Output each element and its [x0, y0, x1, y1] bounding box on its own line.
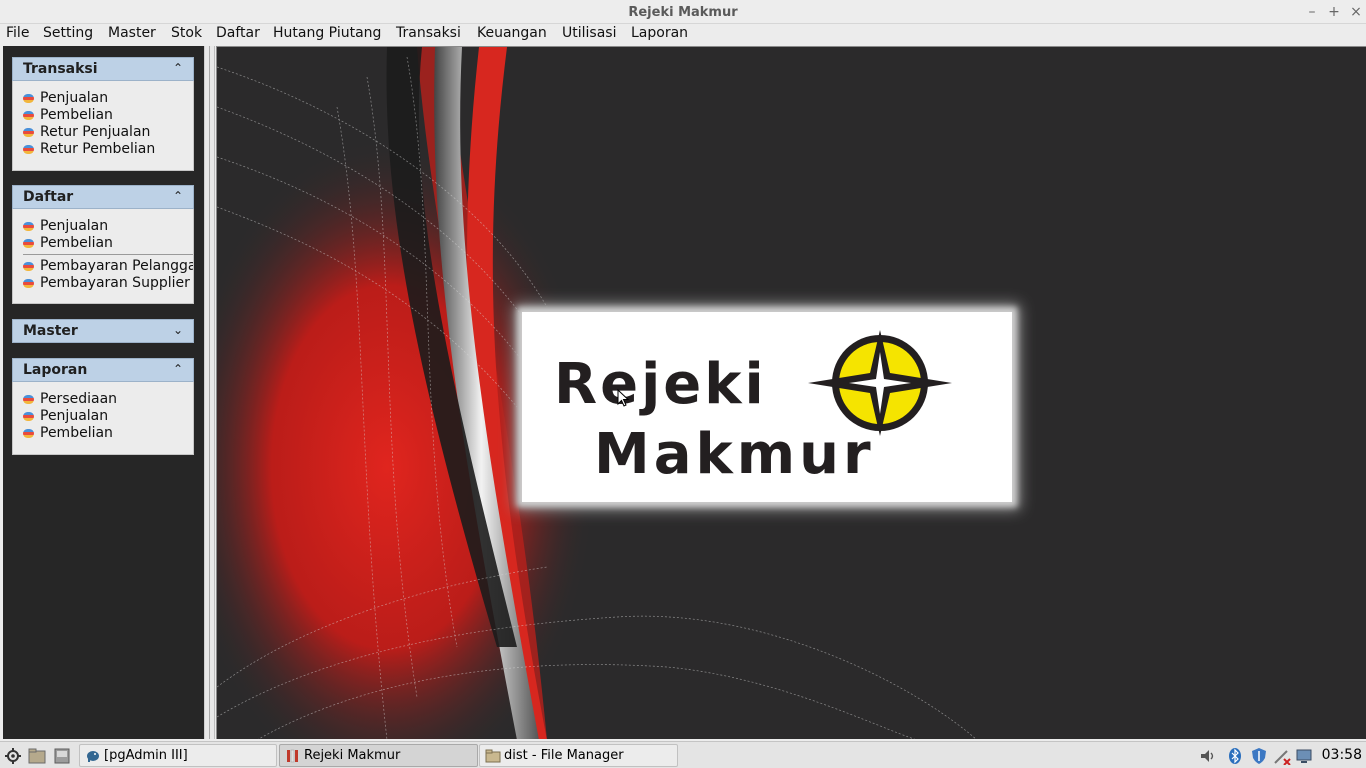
- bullet-icon: [23, 429, 34, 438]
- taskbar: [pgAdmin III] Rejeki Makmur dist - File …: [0, 741, 1366, 768]
- section-title: Laporan: [23, 362, 88, 378]
- section-master-header[interactable]: Master ⌄: [12, 319, 194, 343]
- section-daftar-header[interactable]: Daftar ⌃: [12, 185, 194, 209]
- main-desktop-pane: Rejeki Makmur: [216, 46, 1366, 739]
- company-logo: Rejeki Makmur: [522, 312, 1012, 502]
- link-label: Pembelian: [40, 425, 113, 441]
- chevron-up-icon[interactable]: ⌃: [173, 61, 183, 75]
- bullet-icon: [23, 395, 34, 404]
- bullet-icon: [23, 412, 34, 421]
- section-transaksi: Transaksi ⌃ Penjualan Pembelian Retur Pe…: [12, 57, 194, 171]
- taskbar-window-label: [pgAdmin III]: [104, 748, 188, 763]
- terminal-icon[interactable]: [53, 747, 71, 765]
- link-label: Penjualan: [40, 408, 109, 424]
- file-manager-icon[interactable]: [28, 747, 46, 765]
- chevron-down-icon[interactable]: ⌄: [173, 323, 183, 337]
- bullet-icon: [23, 128, 34, 137]
- link-label: Retur Pembelian: [40, 141, 156, 157]
- compass-star-icon: [808, 330, 952, 436]
- maximize-button[interactable]: +: [1325, 3, 1343, 21]
- taskbar-window-label: Rejeki Makmur: [304, 748, 401, 763]
- menu-file[interactable]: File: [6, 25, 29, 41]
- settings-gear-icon[interactable]: [4, 747, 22, 765]
- section-daftar-body: Penjualan Pembelian Pembayaran Pelanggan…: [12, 209, 194, 304]
- section-master: Master ⌄: [12, 319, 194, 343]
- section-laporan-body: Persediaan Penjualan Pembelian: [12, 382, 194, 455]
- minimize-button[interactable]: –: [1303, 3, 1321, 21]
- bullet-icon: [23, 239, 34, 248]
- chevron-up-icon[interactable]: ⌃: [173, 189, 183, 203]
- link-label: Penjualan: [40, 218, 109, 234]
- bullet-icon: [23, 145, 34, 154]
- bullet-icon: [23, 94, 34, 103]
- link-label: Pembayaran Pelanggan: [40, 258, 194, 274]
- section-title: Master: [23, 323, 78, 339]
- network-disconnected-icon[interactable]: [1273, 747, 1291, 765]
- window-title: Rejeki Makmur: [628, 5, 738, 20]
- section-transaksi-body: Penjualan Pembelian Retur Penjualan Retu…: [12, 81, 194, 171]
- link-label: Pembayaran Supplier: [40, 275, 190, 291]
- section-title: Transaksi: [23, 61, 98, 77]
- divider-grip: [209, 46, 210, 739]
- menu-master[interactable]: Master: [108, 25, 156, 41]
- logo-line1: Rejeki: [554, 352, 767, 417]
- split-pane-divider[interactable]: [204, 46, 215, 739]
- menu-stok[interactable]: Stok: [171, 25, 202, 41]
- task-pane: Transaksi ⌃ Penjualan Pembelian Retur Pe…: [3, 46, 204, 739]
- clock[interactable]: 03:58: [1322, 747, 1362, 763]
- menu-transaksi[interactable]: Transaksi: [396, 25, 461, 41]
- mouse-cursor-icon: [617, 389, 629, 407]
- menu-setting[interactable]: Setting: [43, 25, 93, 41]
- bullet-icon: [23, 222, 34, 231]
- section-daftar: Daftar ⌃ Penjualan Pembelian Pembayaran …: [12, 185, 194, 304]
- section-laporan: Laporan ⌃ Persediaan Penjualan Pembelian: [12, 358, 194, 455]
- elephant-icon: [87, 751, 99, 762]
- close-button[interactable]: ×: [1347, 3, 1365, 21]
- taskbar-window-file-manager[interactable]: dist - File Manager: [479, 744, 678, 767]
- section-title: Daftar: [23, 189, 74, 205]
- taskbar-window-pgadmin[interactable]: [pgAdmin III]: [79, 744, 277, 767]
- link-label: Persediaan: [40, 391, 118, 407]
- menu-utilisasi[interactable]: Utilisasi: [562, 25, 616, 41]
- taskbar-window-rejeki-makmur[interactable]: Rejeki Makmur: [279, 744, 478, 767]
- bluetooth-icon[interactable]: [1226, 747, 1244, 765]
- link-label: Retur Penjualan: [40, 124, 151, 140]
- menu-hutang-piutang[interactable]: Hutang Piutang: [273, 25, 381, 41]
- menu-daftar[interactable]: Daftar: [216, 25, 260, 41]
- link-label: Penjualan: [40, 90, 109, 106]
- menu-laporan[interactable]: Laporan: [631, 25, 688, 41]
- window-titlebar[interactable]: Rejeki Makmur – + ×: [0, 0, 1366, 24]
- menu-bar: File Setting Master Stok Daftar Hutang P…: [0, 24, 1366, 45]
- volume-icon[interactable]: [1199, 747, 1217, 765]
- section-transaksi-header[interactable]: Transaksi ⌃: [12, 57, 194, 81]
- bullet-icon: [23, 279, 34, 288]
- bullet-icon: [23, 262, 34, 271]
- folder-icon: [485, 749, 501, 763]
- menu-keuangan[interactable]: Keuangan: [477, 25, 547, 41]
- section-laporan-header[interactable]: Laporan ⌃: [12, 358, 194, 382]
- monitor-icon[interactable]: [1296, 747, 1314, 765]
- link-label: Pembelian: [40, 235, 113, 251]
- chevron-up-icon[interactable]: ⌃: [173, 362, 183, 376]
- java-app-icon: [287, 749, 298, 763]
- bullet-icon: [23, 111, 34, 120]
- divider: [23, 254, 193, 255]
- taskbar-window-label: dist - File Manager: [504, 748, 624, 763]
- link-label: Pembelian: [40, 107, 113, 123]
- shield-icon[interactable]: [1250, 747, 1268, 765]
